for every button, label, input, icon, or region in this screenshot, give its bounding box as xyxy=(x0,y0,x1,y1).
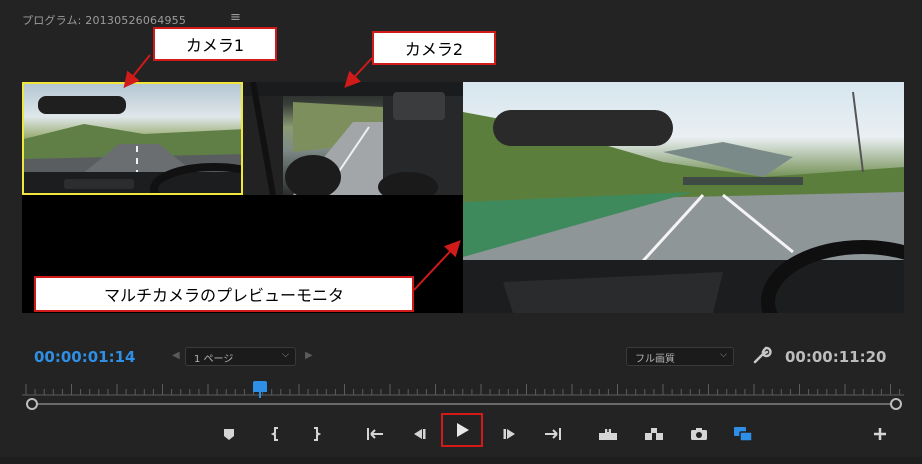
step-forward-button[interactable] xyxy=(496,420,524,448)
extract-icon xyxy=(645,428,663,440)
camera-icon xyxy=(691,428,707,440)
go-to-in-icon xyxy=(367,428,383,440)
go-to-out-icon xyxy=(545,428,561,440)
time-ruler[interactable] xyxy=(22,378,904,396)
chevron-down-icon: ⌵ xyxy=(282,350,289,360)
add-marker-button[interactable] xyxy=(215,420,243,448)
play-button[interactable] xyxy=(441,413,483,447)
panel-title[interactable]: プログラム: 20130526064955 xyxy=(22,12,186,28)
lift-button[interactable] xyxy=(594,420,622,448)
chevron-down-icon: ⌵ xyxy=(720,350,727,360)
mark-in-icon xyxy=(270,427,278,441)
multicam-toggle-button[interactable] xyxy=(729,420,757,448)
multicam-icon xyxy=(734,427,753,442)
playhead-line xyxy=(259,392,262,398)
camera1-frame xyxy=(24,96,241,193)
play-icon xyxy=(457,423,469,437)
step-back-button[interactable] xyxy=(405,420,433,448)
next-page-icon[interactable]: ▶ xyxy=(305,350,313,361)
multicam-preview xyxy=(463,82,904,313)
camera1-angle[interactable] xyxy=(22,82,243,195)
camera2-arrow xyxy=(344,57,373,88)
preview-frame xyxy=(463,91,904,313)
transport-controls xyxy=(0,413,922,450)
page-select[interactable]: 1 ページ ⌵ xyxy=(185,347,296,366)
playhead[interactable] xyxy=(253,381,268,392)
plus-icon xyxy=(874,428,886,440)
hamburger-menu-icon[interactable]: ≡ xyxy=(230,10,241,25)
lift-icon xyxy=(599,427,617,440)
go-to-in-button[interactable] xyxy=(361,420,389,448)
camera1-callout: カメラ1 xyxy=(153,27,277,61)
settings-wrench-icon[interactable] xyxy=(751,344,773,366)
step-back-icon xyxy=(414,429,426,439)
previous-page-icon[interactable]: ◀ xyxy=(172,350,180,361)
camera2-callout: カメラ2 xyxy=(372,31,496,65)
zoom-scrollbar-start-handle[interactable] xyxy=(26,398,38,410)
mark-in-button[interactable] xyxy=(262,420,290,448)
panel-bottom-edge xyxy=(0,457,922,464)
duration-timecode: 00:00:11:20 xyxy=(785,348,887,366)
camera2-frame xyxy=(243,82,464,195)
step-forward-icon xyxy=(503,429,515,439)
export-frame-button[interactable] xyxy=(685,420,713,448)
mark-out-icon xyxy=(314,427,322,441)
zoom-scrollbar-end-handle[interactable] xyxy=(890,398,902,410)
program-monitor-header: プログラム: 20130526064955 ≡ xyxy=(0,0,922,34)
multicam-preview-callout: マルチカメラのプレビューモニタ xyxy=(34,276,414,312)
mark-out-button[interactable] xyxy=(302,420,330,448)
button-editor-button[interactable] xyxy=(866,420,894,448)
zoom-scrollbar[interactable] xyxy=(32,403,896,405)
marker-icon xyxy=(224,429,234,440)
page-select-value: 1 ページ xyxy=(194,354,234,365)
extract-button[interactable] xyxy=(640,420,668,448)
current-timecode[interactable]: 00:00:01:14 xyxy=(34,348,136,366)
quality-select-value: フル画質 xyxy=(635,354,675,365)
camera1-arrow xyxy=(123,54,151,89)
playback-quality-select[interactable]: フル画質 ⌵ xyxy=(626,347,734,366)
go-to-out-button[interactable] xyxy=(539,420,567,448)
camera2-angle[interactable] xyxy=(243,82,464,195)
